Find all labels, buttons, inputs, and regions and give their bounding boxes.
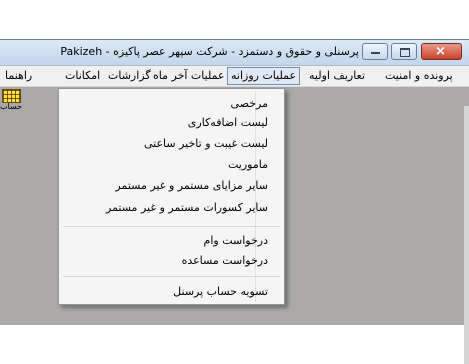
menu-bar: پرونده و امنیت تعاریف اولیه عملیات روزان… bbox=[0, 66, 469, 87]
calculator-icon bbox=[2, 89, 21, 103]
menu-month-end-operations[interactable]: عملیات آخر ماه bbox=[150, 68, 228, 84]
menu-separator bbox=[63, 226, 280, 227]
menu-reports[interactable]: گزارشات bbox=[105, 68, 154, 84]
close-button[interactable]: × bbox=[421, 43, 462, 60]
menu-item-overtime-list[interactable]: لیست اضافه‌کاری bbox=[188, 116, 268, 129]
minimize-icon bbox=[371, 52, 380, 54]
menu-file-security[interactable]: پرونده و امنیت bbox=[382, 68, 456, 84]
menu-separator bbox=[63, 276, 280, 277]
menu-item-other-benefits[interactable]: سایر مزایای مستمر و غیر مستمر bbox=[115, 179, 268, 192]
minimize-button[interactable] bbox=[362, 43, 388, 60]
menu-tools[interactable]: امکانات bbox=[62, 68, 103, 84]
menu-item-other-deductions[interactable]: سایر کسورات مستمر و غیر مستمر bbox=[106, 201, 268, 214]
menu-item-mission[interactable]: ماموریت bbox=[228, 158, 268, 171]
title-bar[interactable]: پرسنلی و حقوق و دستمزد - شرکت سپهر عصر پ… bbox=[0, 40, 469, 66]
maximize-button[interactable] bbox=[391, 43, 417, 60]
menu-daily-operations[interactable]: عملیات روزانه bbox=[227, 67, 301, 85]
menu-basic-definitions[interactable]: تعاریف اولیه bbox=[306, 68, 368, 84]
menu-item-personnel-settlement[interactable]: تسویه حساب پرسنل bbox=[173, 285, 268, 298]
close-icon: × bbox=[435, 44, 446, 59]
menu-item-loan-request[interactable]: درخواست وام bbox=[204, 234, 268, 247]
menu-item-absence-list[interactable]: لیست غیبت و تاخیر ساعتی bbox=[144, 137, 268, 150]
toolbar-button-account[interactable]: حساب bbox=[0, 87, 22, 117]
window-edge bbox=[464, 106, 469, 364]
menu-help[interactable]: راهنما bbox=[2, 68, 35, 84]
daily-operations-dropdown: مرخصی لیست اضافه‌کاری لیست غیبت و تاخیر … bbox=[58, 88, 285, 305]
toolbar-button-label: حساب bbox=[0, 102, 23, 111]
window-title: پرسنلی و حقوق و دستمزد - شرکت سپهر عصر پ… bbox=[60, 45, 359, 58]
menu-item-leave[interactable]: مرخصی bbox=[231, 97, 268, 110]
maximize-icon bbox=[400, 48, 410, 57]
menu-item-advance-request[interactable]: درخواست مساعده bbox=[182, 254, 268, 267]
